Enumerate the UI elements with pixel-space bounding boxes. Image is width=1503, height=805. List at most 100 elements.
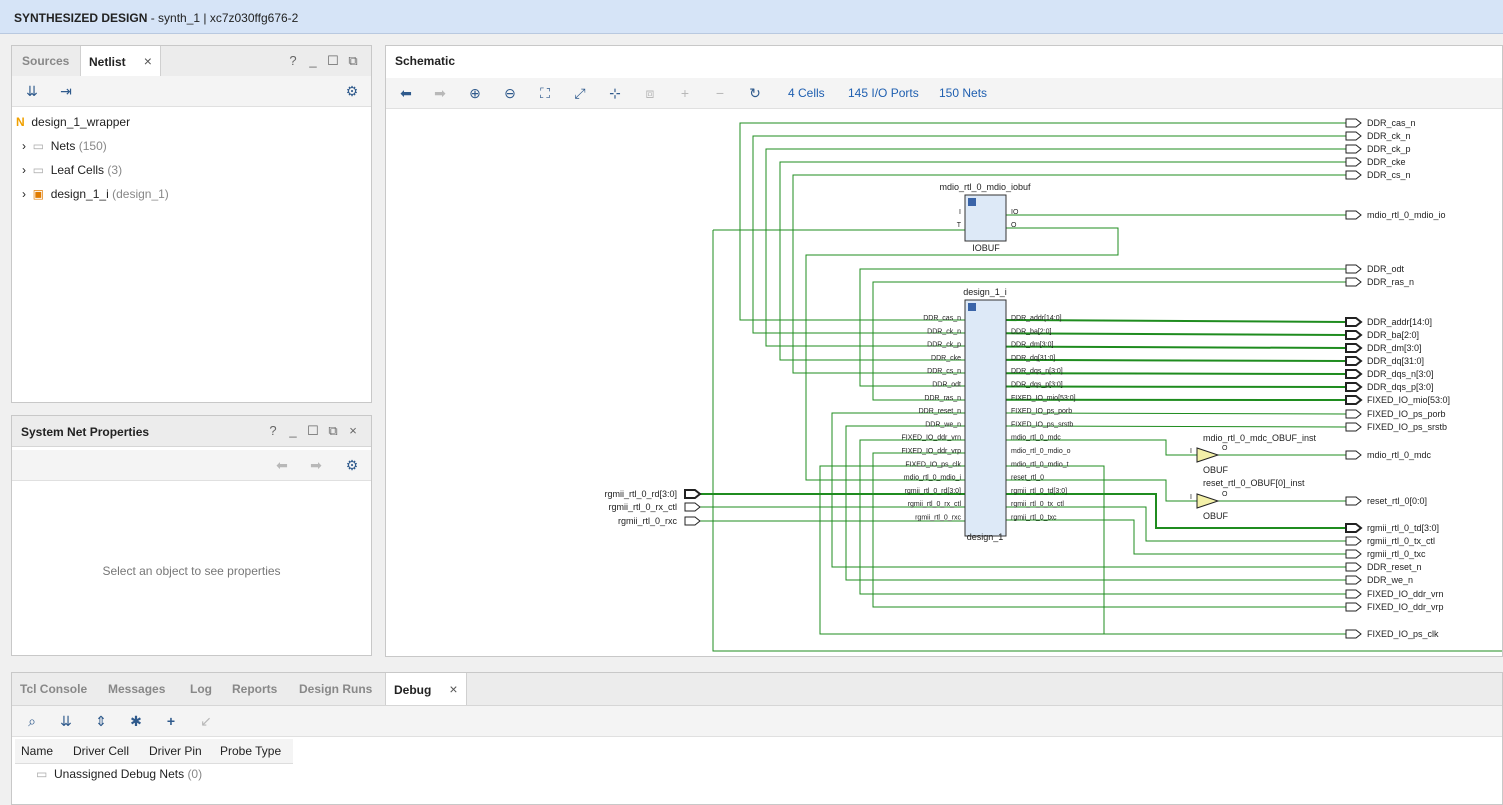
output-port[interactable]: [1345, 144, 1362, 154]
close-icon[interactable]: ×: [343, 423, 363, 438]
output-port[interactable]: [1345, 395, 1363, 405]
table-row[interactable]: ▭ Unassigned Debug Nets (0): [36, 767, 202, 781]
column-probe-type[interactable]: Probe Type: [220, 744, 281, 758]
design-1-cell[interactable]: [964, 299, 1007, 537]
column-driver-cell[interactable]: Driver Cell: [73, 744, 129, 758]
cells-count-link[interactable]: 4 Cells: [788, 86, 825, 100]
forward-icon[interactable]: ➡: [306, 455, 326, 475]
minimize-icon[interactable]: _: [283, 423, 303, 438]
column-driver-pin[interactable]: Driver Pin: [149, 744, 202, 758]
output-port[interactable]: [1345, 450, 1362, 460]
add-icon[interactable]: +: [675, 83, 695, 103]
collapse-all-icon[interactable]: ⇊: [22, 81, 42, 101]
net-wire[interactable]: [739, 122, 1346, 321]
net-wire[interactable]: [1005, 345, 1347, 349]
minimize-icon[interactable]: _: [303, 53, 323, 68]
output-port[interactable]: [1345, 369, 1363, 379]
output-port[interactable]: [1345, 523, 1363, 533]
tab-debug[interactable]: Debug ×: [385, 673, 467, 705]
output-port[interactable]: [1345, 382, 1363, 392]
output-port[interactable]: [1345, 157, 1362, 167]
expand-icon[interactable]: [968, 198, 976, 206]
zoom-out-icon[interactable]: ⊖: [500, 83, 520, 103]
output-port[interactable]: [1345, 264, 1362, 274]
zoom-in-icon[interactable]: ⊕: [465, 83, 485, 103]
remove-icon[interactable]: −: [710, 83, 730, 103]
tab-reports[interactable]: Reports: [224, 673, 285, 705]
tab-sources[interactable]: Sources: [14, 46, 77, 76]
net-wire[interactable]: [1006, 519, 1346, 555]
float-icon[interactable]: ⧉: [323, 423, 343, 439]
net-wire[interactable]: [819, 465, 1346, 635]
net-wire[interactable]: [805, 227, 1119, 481]
obuf-cell[interactable]: [1196, 447, 1220, 463]
output-port[interactable]: [1345, 131, 1362, 141]
output-port[interactable]: [1345, 170, 1362, 180]
maximize-icon[interactable]: ☐: [323, 53, 343, 69]
net-wire[interactable]: [1005, 358, 1347, 362]
output-port[interactable]: [1345, 422, 1362, 432]
output-port[interactable]: [1345, 409, 1362, 419]
output-port[interactable]: [1345, 549, 1362, 559]
tab-design-runs[interactable]: Design Runs: [291, 673, 380, 705]
expand-all-icon[interactable]: ⇕: [91, 711, 111, 731]
output-port[interactable]: [1345, 356, 1363, 366]
chevron-right-icon[interactable]: ›: [22, 187, 26, 201]
back-icon[interactable]: ⬅: [396, 83, 416, 103]
refresh-icon[interactable]: ↻: [745, 83, 765, 103]
output-port[interactable]: [1345, 589, 1362, 599]
collapse-all-icon[interactable]: ⇊: [56, 711, 76, 731]
column-name[interactable]: Name: [21, 744, 53, 758]
tree-item-design[interactable]: › ▣ design_1_i (design_1): [22, 183, 169, 205]
output-port[interactable]: [1345, 602, 1362, 612]
input-port[interactable]: [684, 516, 701, 526]
output-port[interactable]: [1345, 118, 1362, 128]
tab-tcl-console[interactable]: Tcl Console: [12, 673, 95, 705]
close-icon[interactable]: ×: [144, 46, 152, 76]
output-port[interactable]: [1345, 317, 1363, 327]
forward-icon[interactable]: ➡: [430, 83, 450, 103]
output-port[interactable]: [1345, 496, 1362, 506]
autofit-selection-icon[interactable]: ⊹: [605, 83, 625, 103]
zoom-area-icon[interactable]: ⤢: [570, 83, 590, 103]
output-port[interactable]: [1345, 277, 1362, 287]
tab-messages[interactable]: Messages: [100, 673, 173, 705]
output-port[interactable]: [1345, 575, 1362, 585]
expand-all-icon[interactable]: ⇥: [56, 81, 76, 101]
expand-cell-icon[interactable]: ⧈: [640, 83, 660, 103]
tree-item-leaf-cells[interactable]: › ▭ Leaf Cells (3): [22, 159, 122, 181]
chevron-right-icon[interactable]: ›: [22, 163, 26, 177]
help-icon[interactable]: ?: [283, 53, 303, 68]
tab-netlist[interactable]: Netlist ×: [80, 46, 161, 76]
close-icon[interactable]: ×: [449, 673, 457, 705]
output-port[interactable]: [1345, 536, 1362, 546]
gear-icon[interactable]: ⚙: [342, 81, 362, 101]
bug-icon[interactable]: ✱: [126, 711, 146, 731]
disconnect-icon[interactable]: ↙: [196, 711, 216, 731]
maximize-icon[interactable]: ☐: [303, 423, 323, 439]
output-port[interactable]: [1345, 330, 1363, 340]
net-wire[interactable]: [1006, 493, 1346, 529]
help-icon[interactable]: ?: [263, 423, 283, 438]
schematic-canvas[interactable]: mdio_rtl_0_mdio_iobufIOBUFITIOOdesign_1_…: [386, 110, 1502, 656]
net-wire[interactable]: [779, 161, 1346, 361]
obuf-cell[interactable]: [1196, 493, 1220, 509]
input-port[interactable]: [684, 502, 701, 512]
gear-icon[interactable]: ⚙: [342, 455, 362, 475]
output-port[interactable]: [1345, 629, 1362, 639]
chevron-right-icon[interactable]: ›: [22, 139, 26, 153]
tree-item-nets[interactable]: › ▭ Nets (150): [22, 135, 107, 157]
net-wire[interactable]: [1006, 506, 1346, 542]
zoom-fit-icon[interactable]: ⛶: [535, 83, 555, 103]
expand-icon[interactable]: [968, 303, 976, 311]
net-wire[interactable]: [1005, 332, 1347, 336]
output-port[interactable]: [1345, 210, 1362, 220]
input-port[interactable]: [684, 489, 702, 499]
tree-root[interactable]: N design_1_wrapper: [16, 111, 130, 133]
output-port[interactable]: [1345, 562, 1362, 572]
add-icon[interactable]: +: [161, 711, 181, 731]
search-icon[interactable]: ⌕: [22, 711, 42, 731]
output-port[interactable]: [1345, 343, 1363, 353]
back-icon[interactable]: ⬅: [272, 455, 292, 475]
net-wire[interactable]: [752, 135, 1346, 334]
